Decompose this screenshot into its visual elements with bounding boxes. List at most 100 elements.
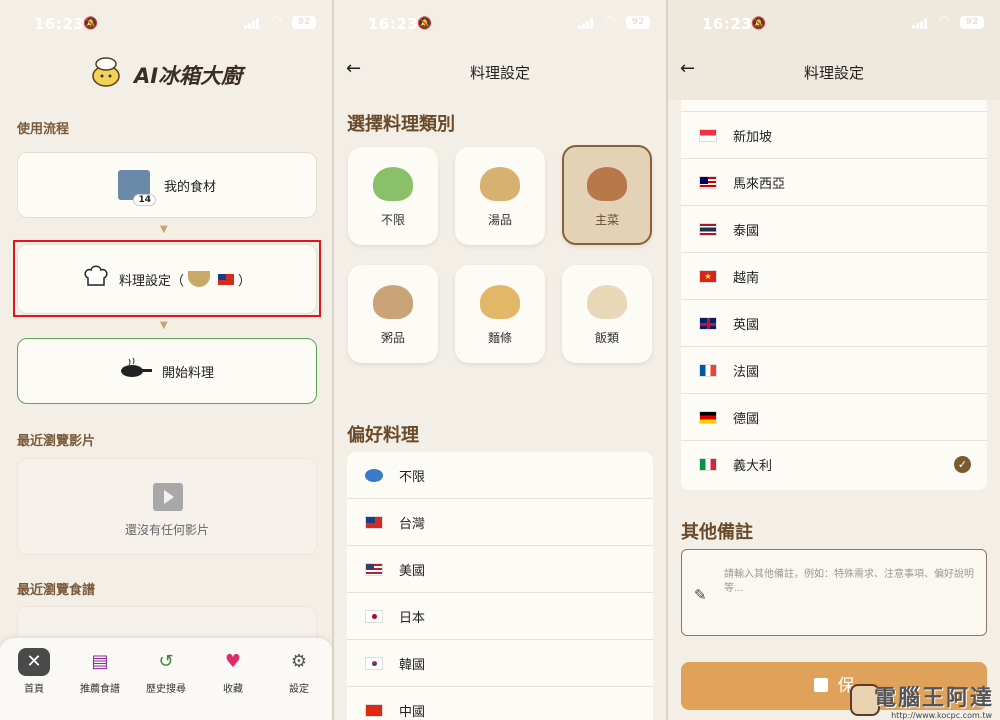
tab-home[interactable]: ✕ 首頁 bbox=[4, 648, 64, 695]
settings-screen-top: 16:23 🔕 ◠ 92 ← 料理設定 選擇料理類別 不限 湯品 主菜 粥品 麵… bbox=[334, 0, 666, 720]
start-cooking-label: 開始料理 bbox=[161, 365, 214, 381]
chevron-down-icon: ▼ bbox=[160, 224, 168, 235]
tab-recommended-label: 推薦食譜 bbox=[80, 684, 120, 695]
signal-icon bbox=[578, 18, 594, 29]
cuisine-item-any[interactable]: 不限 bbox=[347, 452, 653, 499]
category-any[interactable]: 不限 bbox=[348, 147, 438, 245]
cuisine-label: 韓國 bbox=[399, 657, 426, 673]
cuisine-item-uk[interactable]: 英國 bbox=[681, 300, 987, 347]
cuisine-list: 不限 台灣 美國 日本 韓國 中國 bbox=[347, 452, 653, 720]
category-heading: 選擇料理類別 bbox=[347, 114, 455, 135]
notes-heading: 其他備註 bbox=[681, 522, 753, 543]
germany-flag-icon bbox=[699, 410, 717, 424]
cuisine-item-korea[interactable]: 韓國 bbox=[347, 640, 653, 687]
malaysia-flag-icon bbox=[699, 175, 717, 189]
globe-icon bbox=[365, 468, 383, 482]
signal-icon bbox=[912, 18, 928, 29]
app-title: AI冰箱大廚 bbox=[134, 64, 243, 88]
heart-icon: ♥ bbox=[224, 651, 242, 672]
red-highlight-box bbox=[13, 240, 321, 317]
status-time: 16:23 bbox=[702, 15, 753, 33]
section-flow: 使用流程 bbox=[17, 122, 70, 137]
cuisine-item-singapore[interactable]: 新加坡 bbox=[681, 112, 987, 159]
soup-bowl-icon bbox=[480, 167, 520, 201]
section-recent-recipes: 最近瀏覽食譜 bbox=[17, 583, 96, 598]
category-noodles[interactable]: 麵條 bbox=[455, 265, 545, 363]
cuisine-item-germany[interactable]: 德國 bbox=[681, 394, 987, 441]
section-recent-videos: 最近瀏覽影片 bbox=[17, 434, 96, 449]
fridge-chef-logo-icon bbox=[92, 57, 120, 87]
category-label: 不限 bbox=[380, 213, 405, 227]
thailand-flag-icon bbox=[699, 222, 717, 236]
category-rice[interactable]: 飯類 bbox=[562, 265, 652, 363]
cuisine-item-china[interactable]: 中國 bbox=[347, 687, 653, 720]
cuisine-item-vietnam[interactable]: ★ 越南 bbox=[681, 253, 987, 300]
cuisine-label: 新加坡 bbox=[733, 129, 773, 145]
category-label: 湯品 bbox=[487, 213, 512, 227]
cuisine-item-france[interactable]: 法國 bbox=[681, 347, 987, 394]
status-time: 16:23 bbox=[34, 15, 85, 33]
my-ingredients-label: 我的食材 bbox=[163, 179, 216, 195]
tab-favorites[interactable]: ♥ 收藏 bbox=[203, 648, 263, 695]
recipe-book-icon: ▤ bbox=[91, 651, 109, 672]
page-title: 料理設定 bbox=[803, 64, 864, 82]
video-library-icon bbox=[153, 483, 183, 511]
tab-settings[interactable]: ⚙ 設定 bbox=[269, 648, 329, 695]
cuisine-item-usa[interactable]: 美國 bbox=[347, 546, 653, 593]
chevron-down-icon: ▼ bbox=[160, 320, 168, 331]
battery-icon: 92 bbox=[626, 16, 650, 29]
notes-textarea[interactable]: ✎ 請輸入其他備註，例如：特殊需求、注意事項、偏好說明等... bbox=[681, 549, 987, 636]
cuisine-item-thailand[interactable]: 泰國 bbox=[681, 206, 987, 253]
status-bar: 16:23 🔕 ◠ 92 bbox=[0, 0, 332, 46]
roast-chicken-icon bbox=[587, 167, 627, 201]
header: ← 料理設定 bbox=[668, 52, 1000, 92]
settings-screen-scrolled: 16:23 🔕 ◠ 92 ← 料理設定 新加坡 馬來西亞 泰國 ★ 越南 英國 bbox=[668, 0, 1000, 720]
porridge-bowl-icon bbox=[373, 285, 413, 319]
japan-flag-icon bbox=[365, 609, 383, 623]
cuisine-item-italy[interactable]: 義大利 ✓ bbox=[681, 441, 987, 488]
cuisine-label: 德國 bbox=[733, 411, 760, 427]
mute-icon: 🔕 bbox=[751, 16, 766, 30]
cuisine-item-malaysia[interactable]: 馬來西亞 bbox=[681, 159, 987, 206]
status-bar: 16:23 🔕 ◠ 92 bbox=[334, 0, 666, 46]
history-icon: ↺ bbox=[158, 651, 174, 672]
cuisine-label: 馬來西亞 bbox=[733, 176, 786, 192]
preference-heading: 偏好料理 bbox=[347, 425, 419, 446]
singapore-flag-icon bbox=[699, 128, 717, 142]
save-icon bbox=[813, 678, 828, 692]
pencil-icon: ✎ bbox=[694, 586, 707, 604]
tab-history[interactable]: ↺ 歷史搜尋 bbox=[136, 648, 196, 695]
cuisine-label: 日本 bbox=[399, 610, 426, 626]
cuisine-label: 泰國 bbox=[733, 223, 760, 239]
wifi-icon: ◠ bbox=[604, 14, 616, 29]
cuisine-label: 英國 bbox=[733, 317, 760, 333]
category-porridge[interactable]: 粥品 bbox=[348, 265, 438, 363]
recent-videos-empty: 還沒有任何影片 bbox=[17, 458, 317, 555]
tab-recommended[interactable]: ▤ 推薦食譜 bbox=[70, 648, 130, 695]
gear-icon: ⚙ bbox=[290, 651, 308, 672]
start-cooking-card[interactable]: 開始料理 bbox=[17, 338, 317, 404]
cuisine-item-japan[interactable]: 日本 bbox=[347, 593, 653, 640]
ingredients-count-badge: 14 bbox=[133, 194, 156, 206]
category-soup[interactable]: 湯品 bbox=[455, 147, 545, 245]
no-videos-text: 還沒有任何影片 bbox=[124, 523, 209, 537]
cuisine-label: 中國 bbox=[399, 704, 426, 720]
cuisine-list: 新加坡 馬來西亞 泰國 ★ 越南 英國 法國 德國 義大利 ✓ bbox=[681, 100, 987, 490]
vietnam-flag-icon: ★ bbox=[699, 269, 717, 283]
frying-pan-icon bbox=[120, 357, 152, 385]
china-flag-icon bbox=[365, 703, 383, 717]
tab-favorites-label: 收藏 bbox=[223, 684, 243, 695]
fridge-icon: 14 bbox=[117, 170, 156, 206]
category-main-dish[interactable]: 主菜 bbox=[562, 145, 652, 245]
rice-bowl-icon bbox=[587, 285, 627, 319]
cuisine-item-taiwan[interactable]: 台灣 bbox=[347, 499, 653, 546]
cuisine-label: 越南 bbox=[733, 270, 760, 286]
wifi-icon: ◠ bbox=[270, 14, 282, 29]
page-title: 料理設定 bbox=[469, 64, 530, 82]
cuisine-label: 台灣 bbox=[399, 516, 426, 532]
cuisine-label: 法國 bbox=[733, 364, 760, 380]
my-ingredients-card[interactable]: 14 我的食材 bbox=[17, 152, 317, 218]
category-label: 飯類 bbox=[594, 331, 619, 345]
korea-flag-icon bbox=[365, 656, 383, 670]
tab-settings-label: 設定 bbox=[289, 684, 309, 695]
